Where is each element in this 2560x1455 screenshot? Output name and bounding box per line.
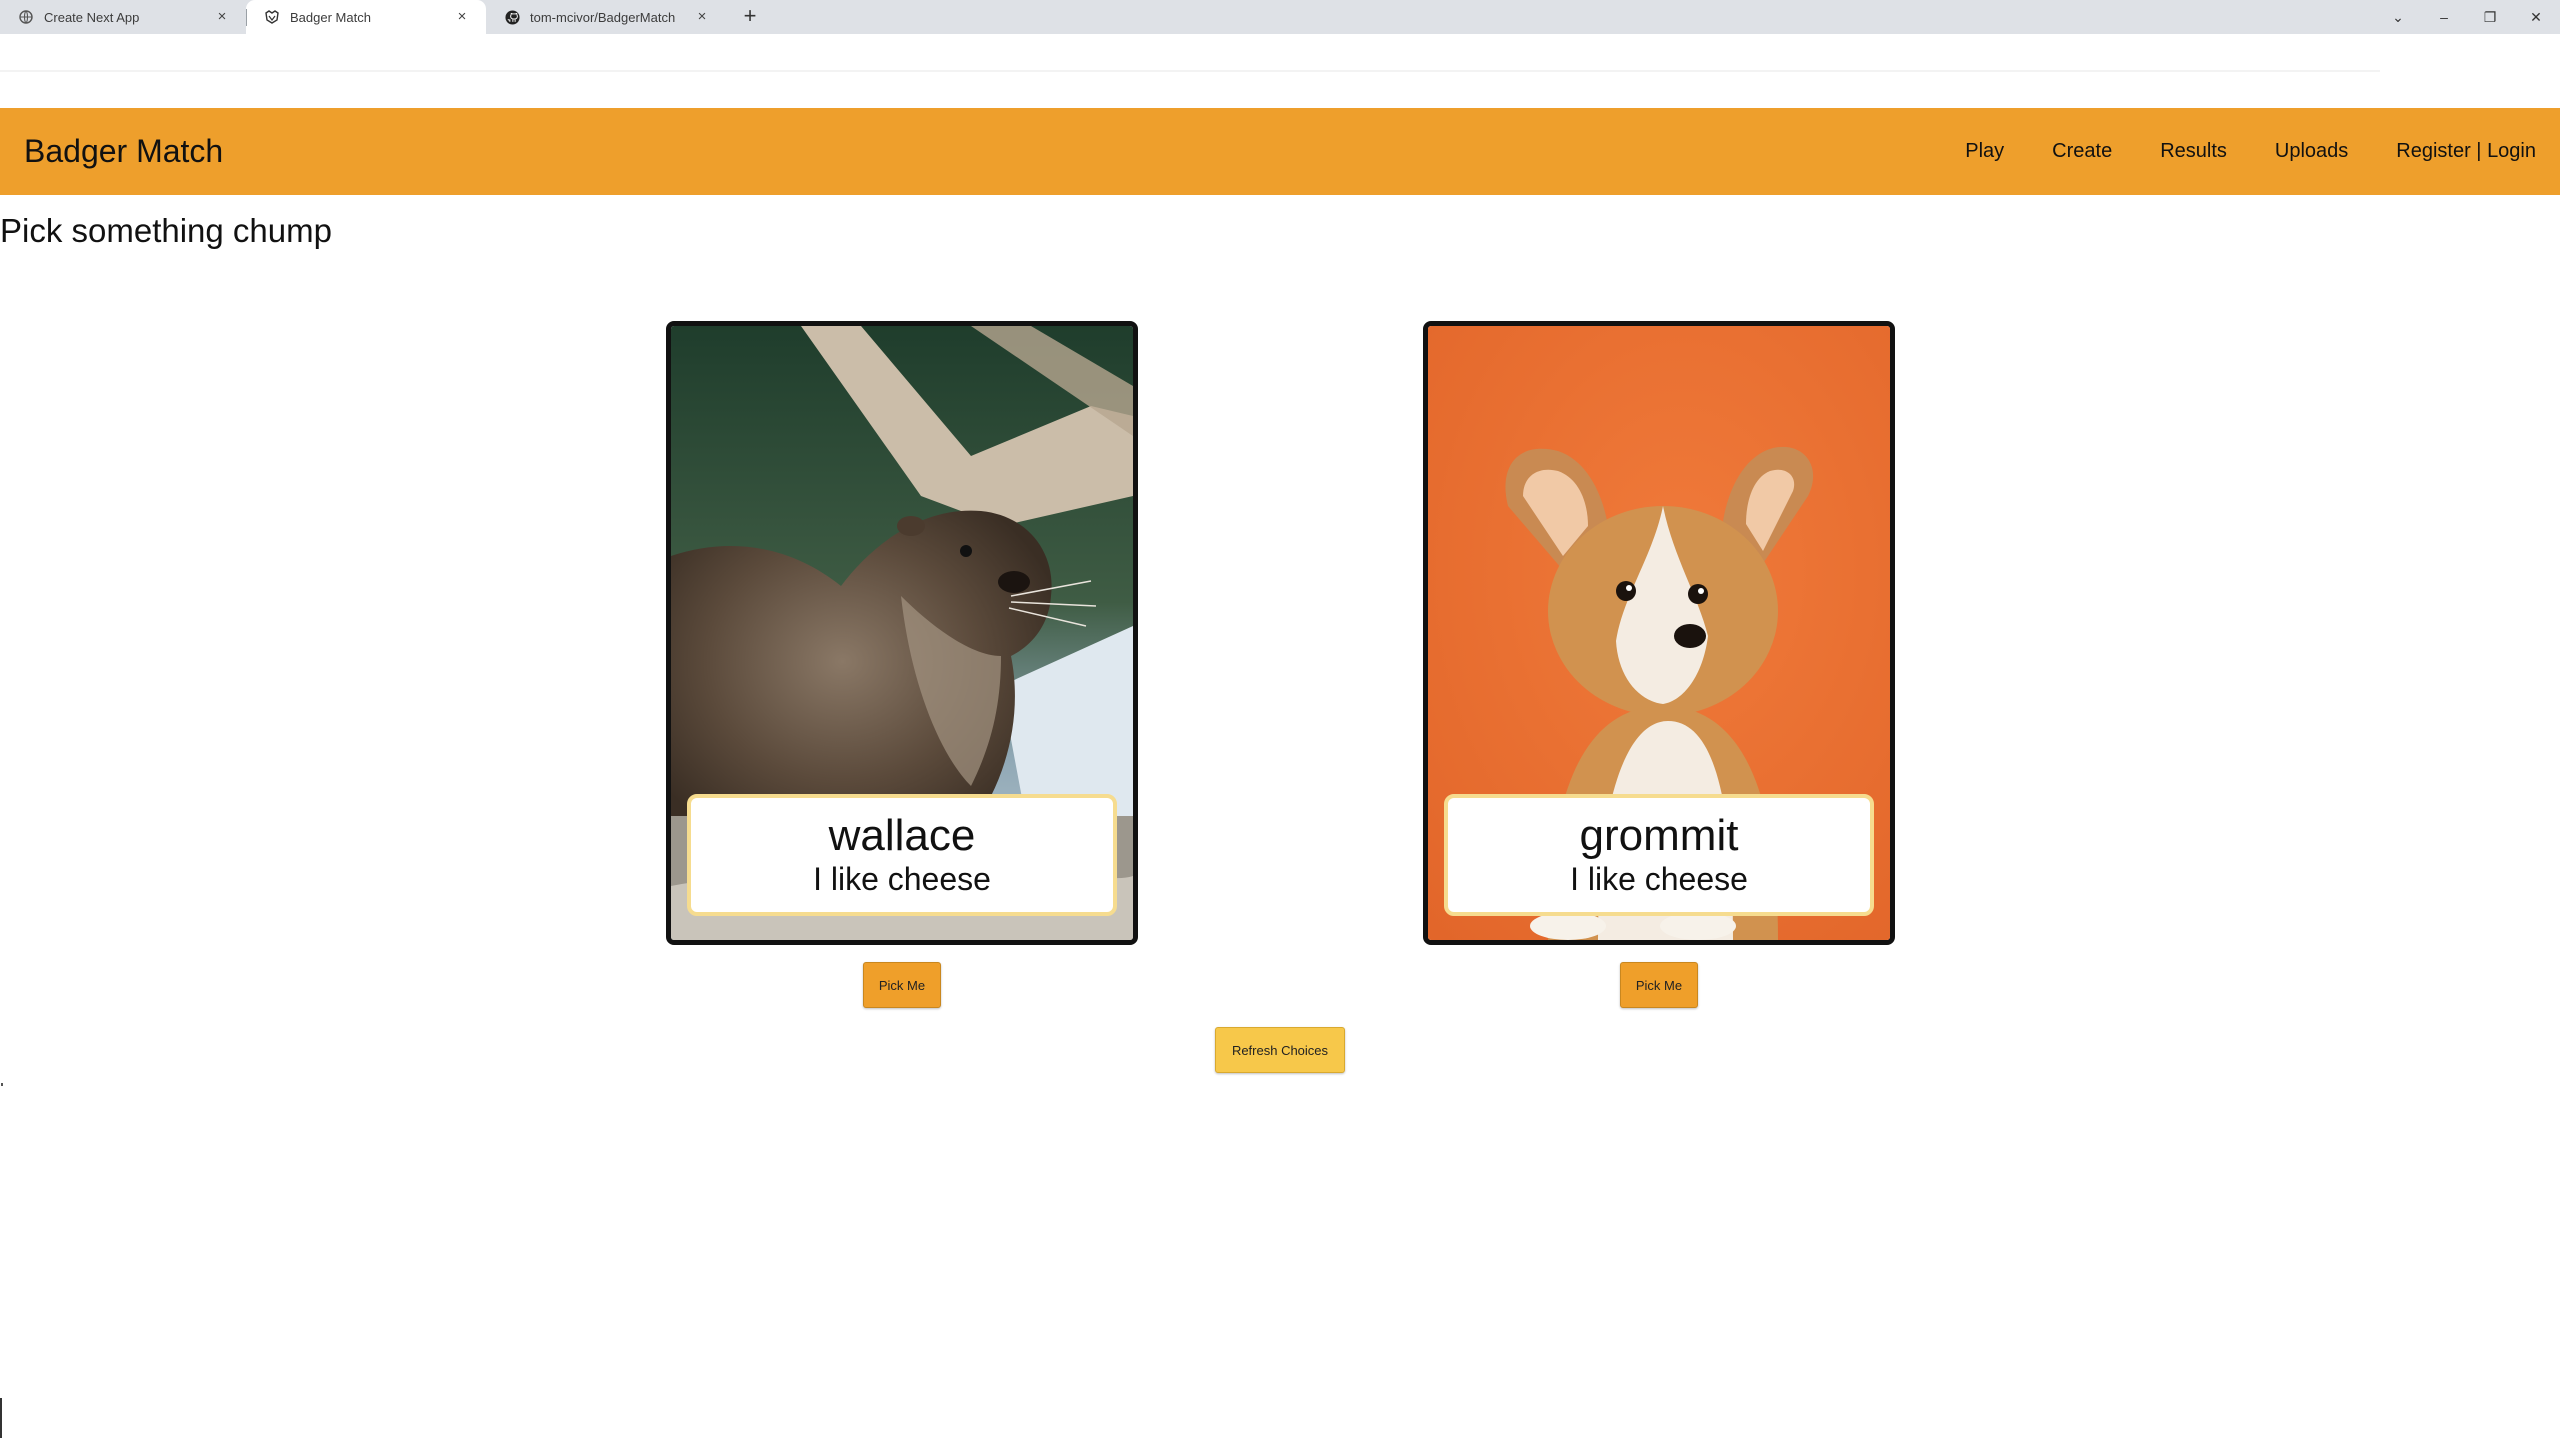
nav-play[interactable]: Play — [1965, 140, 2004, 163]
tab-close-icon[interactable]: × — [694, 9, 710, 25]
tab-title: tom-mcivor/BadgerMatch — [530, 9, 676, 25]
card-name: grommit — [1579, 811, 1739, 860]
browser-tab-badger-match[interactable]: Badger Match × — [246, 0, 486, 34]
tab-close-icon[interactable]: × — [214, 9, 230, 25]
nav-uploads[interactable]: Uploads — [2275, 140, 2348, 163]
card-name: wallace — [828, 811, 976, 860]
card-caption: grommit I like cheese — [1444, 794, 1874, 916]
tab-title: Create Next App — [44, 9, 140, 25]
globe-icon — [18, 9, 34, 25]
choice-card-grommit[interactable]: grommit I like cheese — [1423, 321, 1895, 945]
minimize-icon[interactable]: – — [2424, 0, 2464, 34]
browser-tab-github[interactable]: tom-mcivor/BadgerMatch × — [486, 0, 726, 34]
badger-icon — [264, 9, 280, 25]
nav-register-login[interactable]: Register | Login — [2396, 140, 2536, 163]
stray-dot — [1, 1083, 3, 1086]
card-bio: I like cheese — [1570, 861, 1748, 897]
tab-search-chevron-down-icon[interactable]: ⌄ — [2378, 0, 2418, 34]
nav-results[interactable]: Results — [2160, 140, 2227, 163]
pick-me-button-grommit[interactable]: Pick Me — [1620, 962, 1698, 1008]
card-caption: wallace I like cheese — [687, 794, 1117, 916]
refresh-choices-button[interactable]: Refresh Choices — [1215, 1027, 1345, 1073]
browser-tab-create-next-app[interactable]: Create Next App × — [0, 0, 246, 34]
pick-me-button-wallace[interactable]: Pick Me — [863, 962, 941, 1008]
restore-icon[interactable]: ❐ — [2470, 0, 2510, 34]
new-tab-button[interactable]: + — [738, 5, 762, 29]
tab-close-icon[interactable]: × — [454, 9, 470, 25]
page-title: Pick something chump — [0, 212, 332, 249]
tab-title: Badger Match — [290, 9, 371, 25]
card-bio: I like cheese — [813, 861, 991, 897]
main-nav: Play Create Results Uploads Register | L… — [1965, 108, 2536, 195]
site-header: Badger Match Play Create Results Uploads… — [0, 108, 2560, 195]
choice-card-wallace[interactable]: wallace I like cheese — [666, 321, 1138, 945]
close-window-icon[interactable]: ✕ — [2516, 0, 2556, 34]
toolbar-divider — [0, 70, 2380, 72]
browser-tabstrip: Create Next App × Badger Match × tom-mci… — [0, 0, 2560, 34]
github-icon — [504, 9, 520, 25]
browser-toolbar — [0, 34, 2560, 108]
text-caret — [0, 1398, 2, 1438]
site-brand[interactable]: Badger Match — [24, 108, 223, 195]
tab-separator — [246, 9, 247, 26]
nav-create[interactable]: Create — [2052, 140, 2112, 163]
